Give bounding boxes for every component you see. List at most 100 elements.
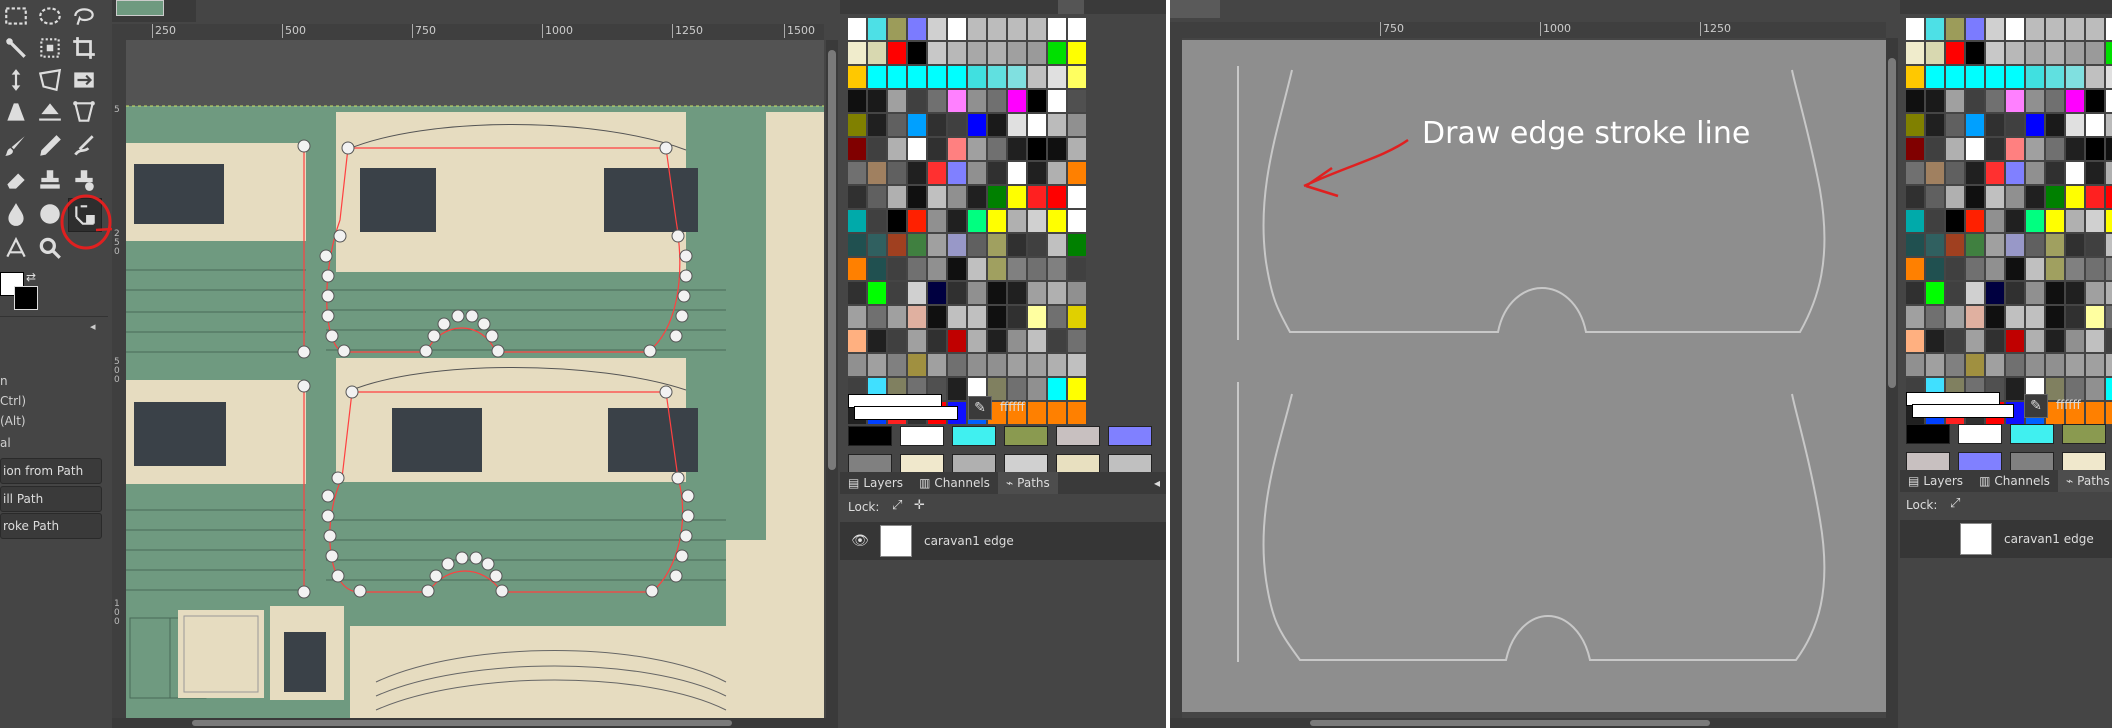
palette-swatch[interactable] (2086, 186, 2104, 208)
palette-swatch[interactable] (1926, 90, 1944, 112)
palette-swatch[interactable] (928, 354, 946, 376)
palette-swatch[interactable] (1986, 258, 2004, 280)
tab-layers[interactable]: ▤ Layers (840, 472, 911, 494)
palette-swatch[interactable] (2106, 138, 2112, 160)
tab-channels[interactable]: ▥ Channels (1971, 470, 2058, 492)
palette-swatch[interactable] (1048, 378, 1066, 400)
palette-swatch[interactable] (1048, 234, 1066, 256)
by-color-select-icon[interactable] (34, 32, 66, 64)
palette-swatch[interactable] (2046, 330, 2064, 352)
palette-bg-color[interactable] (854, 406, 958, 420)
ellipse-select-icon[interactable] (34, 0, 66, 32)
palette-swatch[interactable] (1906, 186, 1924, 208)
palette-swatch[interactable] (2066, 90, 2084, 112)
palette-swatch[interactable] (2006, 282, 2024, 304)
palette-swatch[interactable] (1008, 186, 1026, 208)
palette-swatch[interactable] (868, 186, 886, 208)
color-history[interactable] (1906, 424, 2112, 470)
history-color-swatch[interactable] (1108, 454, 1152, 474)
palette-swatch[interactable] (968, 330, 986, 352)
palette-swatch[interactable] (2086, 114, 2104, 136)
palette-swatch[interactable] (1966, 90, 1984, 112)
palette-swatch[interactable] (1068, 42, 1086, 64)
palette-swatch[interactable] (948, 162, 966, 184)
perspective-icon[interactable] (68, 96, 100, 128)
palette-swatch[interactable] (2046, 186, 2064, 208)
palette-swatch[interactable] (908, 306, 926, 328)
palette-swatch[interactable] (868, 66, 886, 88)
palette-swatch[interactable] (2086, 42, 2104, 64)
palette-swatch[interactable] (2066, 186, 2084, 208)
crop-icon[interactable] (68, 32, 100, 64)
bucket-fill-icon[interactable] (34, 96, 66, 128)
palette-swatch[interactable] (968, 90, 986, 112)
palette-swatch[interactable] (2026, 90, 2044, 112)
palette-swatch[interactable] (2106, 330, 2112, 352)
palette-swatch[interactable] (2046, 138, 2064, 160)
history-color-swatch[interactable] (848, 454, 892, 474)
palette-swatch[interactable] (888, 18, 906, 40)
lock-move-icon[interactable]: ✛ (914, 498, 925, 513)
palette-swatch[interactable] (968, 306, 986, 328)
palette-swatch[interactable] (2106, 18, 2112, 40)
palette-swatch[interactable] (1068, 234, 1086, 256)
hex-color-field[interactable]: ffffff (2056, 398, 2081, 412)
palette-swatch[interactable] (2106, 378, 2112, 400)
heal-icon[interactable] (68, 164, 100, 196)
palette-swatch[interactable] (2086, 162, 2104, 184)
palette-swatch[interactable] (2026, 162, 2044, 184)
stroke-path-button[interactable]: roke Path (0, 513, 102, 539)
palette-swatch[interactable] (2006, 330, 2024, 352)
tab-layers[interactable]: ▤ Layers (1900, 470, 1971, 492)
palette-swatch[interactable] (848, 234, 866, 256)
palette-swatch[interactable] (1048, 306, 1066, 328)
palette-swatch[interactable] (1926, 66, 1944, 88)
palette-swatch[interactable] (1986, 162, 2004, 184)
fill-path-button[interactable]: ill Path (0, 486, 102, 512)
palette-swatch[interactable] (1068, 138, 1086, 160)
palette-swatch[interactable] (1946, 258, 1964, 280)
palette-swatch[interactable] (2006, 90, 2024, 112)
palette-swatch[interactable] (1986, 306, 2004, 328)
palette-swatch[interactable] (1028, 90, 1046, 112)
palette-swatch[interactable] (888, 90, 906, 112)
history-color-swatch[interactable] (2062, 424, 2106, 444)
palette-swatch[interactable] (848, 114, 866, 136)
palette-swatch[interactable] (1966, 18, 1984, 40)
palette-swatch[interactable] (928, 186, 946, 208)
palette-swatch[interactable] (1008, 282, 1026, 304)
palette-swatch[interactable] (968, 66, 986, 88)
palette-swatch[interactable] (1048, 354, 1066, 376)
palette-swatch[interactable] (1906, 162, 1924, 184)
palette-swatch[interactable] (1926, 138, 1944, 160)
palette-swatch[interactable] (1926, 210, 1944, 232)
history-color-swatch[interactable] (952, 426, 996, 446)
palette-swatch[interactable] (1028, 354, 1046, 376)
palette-swatch[interactable] (848, 282, 866, 304)
palette-swatch[interactable] (1906, 138, 1924, 160)
palette-swatch[interactable] (2006, 210, 2024, 232)
palette-swatch[interactable] (2006, 354, 2024, 376)
palette-swatch[interactable] (888, 354, 906, 376)
palette-swatch[interactable] (1028, 42, 1046, 64)
palette-swatch[interactable] (988, 66, 1006, 88)
palette-swatch[interactable] (928, 330, 946, 352)
palette-swatch[interactable] (948, 114, 966, 136)
palette-swatch[interactable] (1946, 162, 1964, 184)
tab-paths[interactable]: ⌁ Paths (997, 472, 1058, 494)
palette-swatch[interactable] (1966, 114, 1984, 136)
palette-swatch[interactable] (2006, 378, 2024, 400)
palette-swatch[interactable] (1028, 330, 1046, 352)
palette-swatch[interactable] (1986, 330, 2004, 352)
palette-swatch[interactable] (948, 258, 966, 280)
history-color-swatch[interactable] (1056, 426, 1100, 446)
palette-swatch[interactable] (1926, 234, 1944, 256)
palette-swatch[interactable] (948, 66, 966, 88)
history-color-swatch[interactable] (1056, 454, 1100, 474)
history-color-swatch[interactable] (900, 426, 944, 446)
palette-swatch-grid[interactable] (848, 18, 1086, 424)
palette-swatch[interactable] (1048, 402, 1066, 424)
palette-swatch[interactable] (888, 258, 906, 280)
palette-swatch[interactable] (1986, 138, 2004, 160)
palette-swatch[interactable] (868, 258, 886, 280)
